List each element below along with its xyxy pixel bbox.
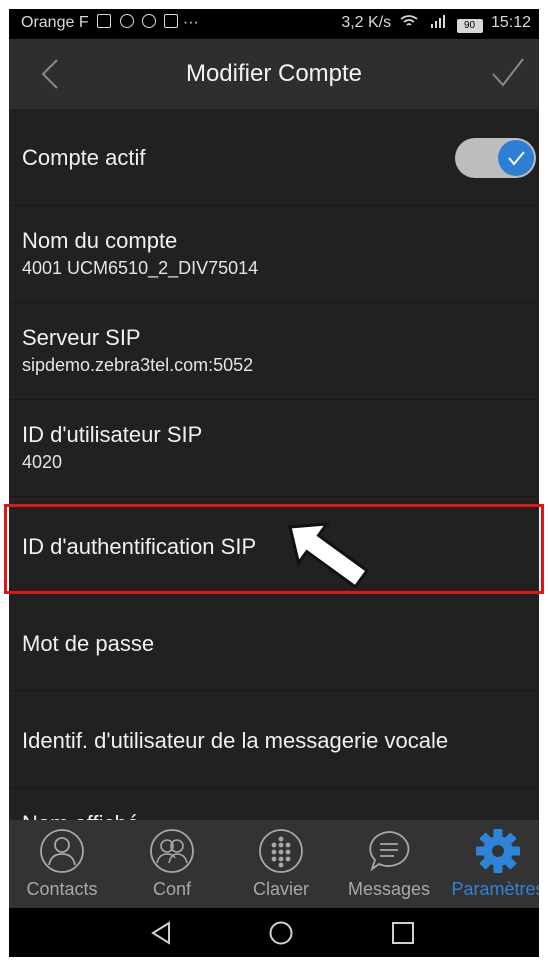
mail-icon xyxy=(164,14,179,28)
tab-label: Messages xyxy=(347,879,431,899)
setting-label: Compte actif xyxy=(22,145,146,170)
person-icon xyxy=(40,829,84,873)
setting-row-voicemail-id[interactable]: Identif. d'utilisateur de la messagerie … xyxy=(9,690,539,788)
setting-row-mot-de-passe[interactable]: Mot de passe xyxy=(9,593,539,691)
wifi-icon xyxy=(400,15,418,26)
setting-row-nom-du-compte[interactable]: Nom du compte 4001 UCM6510_2_DIV75014 xyxy=(9,205,539,303)
tab-clavier[interactable]: Clavier xyxy=(228,820,334,908)
setting-value: sipdemo.zebra3tel.com:5052 xyxy=(22,355,254,375)
confirm-check-icon[interactable] xyxy=(491,57,525,89)
network-speed: 3,2 K/s xyxy=(341,14,392,31)
setting-label: ID d'utilisateur SIP xyxy=(22,422,203,447)
nav-home-icon[interactable] xyxy=(269,921,293,945)
toggle-knob xyxy=(498,140,534,176)
highlight-box xyxy=(4,504,544,594)
more-icon: ··· xyxy=(182,14,199,31)
setting-label: Identif. d'utilisateur de la messagerie … xyxy=(22,728,449,753)
setting-row-serveur-sip[interactable]: Serveur SIP sipdemo.zebra3tel.com:5052 xyxy=(9,302,539,400)
setting-label: Mot de passe xyxy=(22,631,155,656)
setting-row-compte-actif[interactable]: Compte actif xyxy=(9,109,539,206)
status-right: 3,2 K/s 90 15:12 xyxy=(341,14,531,33)
tab-label: Paramètres xyxy=(451,879,539,899)
title-bar: Modifier Compte xyxy=(9,39,539,109)
battery-icon: 90 xyxy=(456,19,483,33)
dialpad-icon xyxy=(259,829,303,873)
gear-icon xyxy=(476,829,520,873)
tab-contacts[interactable]: Contacts xyxy=(9,820,115,908)
nav-recents-icon[interactable] xyxy=(391,921,415,945)
tab-parametres[interactable]: Paramètres xyxy=(445,820,539,908)
clock: 15:12 xyxy=(490,14,531,31)
setting-label: Nom du compte xyxy=(22,228,178,253)
setting-value: 4001 UCM6510_2_DIV75014 xyxy=(22,258,259,278)
setting-value: 4020 xyxy=(22,452,63,472)
notification-icon xyxy=(119,14,134,28)
signal-icon xyxy=(431,15,446,28)
setting-label: Serveur SIP xyxy=(22,325,141,350)
account-active-toggle[interactable] xyxy=(455,138,536,178)
chat-icon xyxy=(369,831,410,872)
setting-row-id-utilisateur-sip[interactable]: ID d'utilisateur SIP 4020 xyxy=(9,399,539,497)
bottom-tab-bar: Contacts Conf Clavier Messages Paramètre… xyxy=(9,820,539,908)
status-bar: Orange F ··· 3,2 K/s 90 15:12 xyxy=(9,9,539,39)
nav-back-icon[interactable] xyxy=(149,921,173,945)
tab-label: Conf xyxy=(152,879,192,899)
system-nav-bar xyxy=(9,908,539,957)
carrier-name: Orange F xyxy=(21,14,89,31)
page-title: Modifier Compte xyxy=(185,60,363,87)
tab-label: Contacts xyxy=(26,879,98,899)
group-icon xyxy=(150,829,194,873)
pointer-arrow-icon xyxy=(288,522,370,589)
notification-icon xyxy=(97,14,112,28)
tab-conf[interactable]: Conf xyxy=(119,820,225,908)
phone-screen: Orange F ··· 3,2 K/s 90 15:12 Modifier C… xyxy=(9,9,539,957)
status-left: Orange F ··· xyxy=(21,14,199,32)
check-circle-icon xyxy=(141,14,156,28)
tab-messages[interactable]: Messages xyxy=(336,820,442,908)
check-icon xyxy=(508,151,525,166)
